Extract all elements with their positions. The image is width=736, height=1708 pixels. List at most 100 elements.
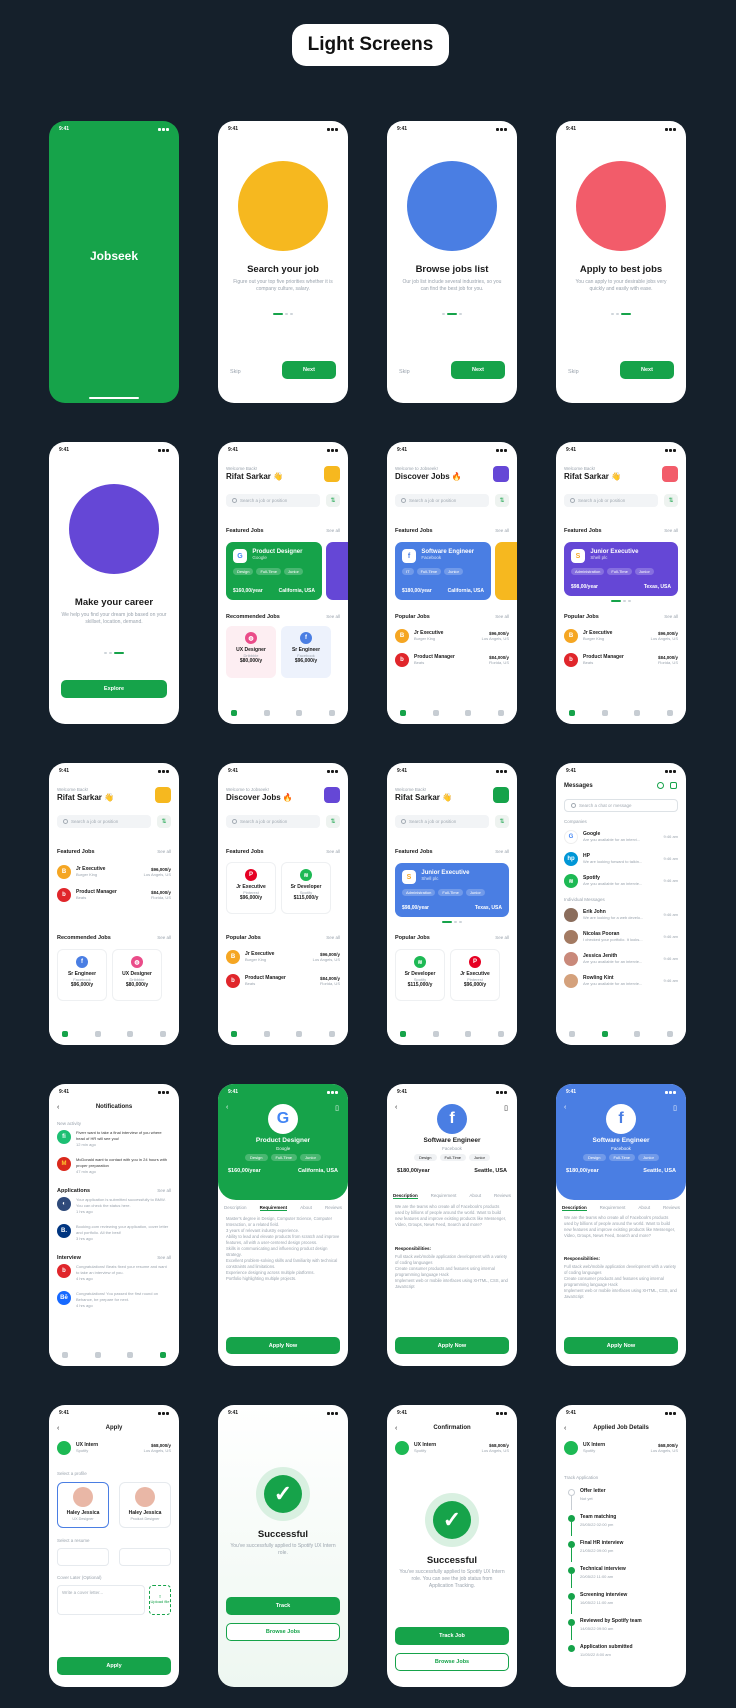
search-input[interactable]: Search a job or position (395, 815, 489, 828)
filter-icon[interactable]: ⇅ (157, 815, 171, 828)
recommended-card[interactable]: f Sr Engineer Facebook $96,000/y (281, 626, 331, 678)
avatar[interactable] (493, 787, 509, 803)
back-icon[interactable]: ‹ (395, 1104, 397, 1111)
saved-tab-icon[interactable] (634, 710, 641, 716)
home-tab-icon[interactable] (231, 1031, 238, 1037)
upload-file-button[interactable]: ⇪ Upload file (149, 1585, 171, 1615)
back-icon[interactable]: ‹ (564, 1104, 566, 1111)
see-all-link[interactable]: See all (157, 1188, 171, 1194)
bookmark-icon[interactable]: ▯ (504, 1104, 508, 1112)
apply-button[interactable]: Apply (57, 1657, 171, 1675)
menu-tab-icon[interactable] (497, 1031, 504, 1037)
see-all-link[interactable]: See all (326, 528, 340, 534)
tab-reviews[interactable]: Reviews (325, 1205, 342, 1211)
skip-button[interactable]: Skip (399, 369, 410, 375)
list-item[interactable]: B Jr Executive Burger King $96,000/y Los Ang… (57, 862, 171, 882)
messages-tab-icon[interactable] (601, 710, 608, 716)
list-item[interactable]: B Jr Executive Burger King $96,000/y Los Ang… (395, 626, 509, 646)
search-icon[interactable] (657, 782, 664, 789)
bookmark-icon[interactable]: ▯ (335, 1104, 339, 1112)
filter-icon[interactable]: ⇅ (326, 494, 340, 507)
avatar[interactable] (662, 466, 678, 482)
saved-tab-icon[interactable] (634, 1031, 641, 1037)
featured-job-card-peek[interactable] (495, 542, 517, 600)
tab-description[interactable]: Description (393, 1193, 418, 1199)
apply-now-button[interactable]: Apply Now (226, 1337, 340, 1354)
see-all-link[interactable]: See all (495, 849, 509, 855)
menu-tab-icon[interactable] (159, 1352, 166, 1358)
notification-item[interactable]: Bē Congratulations! You passed the first … (57, 1291, 171, 1315)
popular-mini-card[interactable]: ≋ Sr Developer Spotify $115,000/y (395, 949, 445, 1001)
notification-item[interactable]: fi Fiverr want to take a final interview … (57, 1130, 171, 1154)
see-all-link[interactable]: See all (326, 614, 340, 620)
menu-tab-icon[interactable] (666, 1031, 673, 1037)
list-item[interactable]: B Jr Executive Burger King $96,000/y Los Ang… (226, 947, 340, 967)
featured-job-card[interactable]: S Junior Executive Shell plc Administrati… (395, 863, 509, 917)
see-all-link[interactable]: See all (326, 935, 340, 941)
bookmark-icon[interactable]: ▯ (673, 1104, 677, 1112)
messages-tab-icon[interactable] (601, 1031, 608, 1037)
home-tab-icon[interactable] (569, 1031, 576, 1037)
chat-item[interactable]: Nicolas Pooran I checked your portfolio. … (564, 927, 678, 947)
search-input[interactable]: Search a job or position (226, 494, 320, 507)
tab-reviews[interactable]: Reviews (494, 1193, 511, 1199)
recommended-card[interactable]: f Sr Engineer Facebook $96,000/y (57, 949, 107, 1001)
menu-tab-icon[interactable] (666, 710, 673, 716)
recommended-card[interactable]: ◍ UX Designer Dribbble $80,000/y (112, 949, 162, 1001)
featured-job-card-peek[interactable] (326, 542, 348, 600)
search-input[interactable]: Search a job or position (57, 815, 151, 828)
home-tab-icon[interactable] (62, 1352, 69, 1358)
notification-item[interactable]: B. Booking.com reviewing your application… (57, 1224, 171, 1248)
chat-item[interactable]: hp HP We are looking forward to talkin... 9… (564, 849, 678, 869)
home-tab-icon[interactable] (400, 710, 407, 716)
saved-tab-icon[interactable] (296, 710, 303, 716)
featured-job-card[interactable]: S Junior Executive Shell plc Administrati… (564, 542, 678, 596)
tab-about[interactable]: About (300, 1205, 312, 1211)
tab-requirement[interactable]: Requirement (431, 1193, 457, 1199)
profile-option[interactable]: Haley Jessica Product Designer (119, 1482, 171, 1528)
apply-now-button[interactable]: Apply Now (395, 1337, 509, 1354)
home-tab-icon[interactable] (231, 710, 238, 716)
resume-option[interactable] (57, 1548, 109, 1566)
saved-tab-icon[interactable] (296, 1031, 303, 1037)
see-all-link[interactable]: See all (664, 528, 678, 534)
search-input[interactable]: Search a job or position (395, 494, 489, 507)
menu-tab-icon[interactable] (328, 1031, 335, 1037)
tab-requirement[interactable]: Requirement (259, 1205, 288, 1211)
explore-button[interactable]: Explore (61, 680, 167, 698)
message-search-input[interactable]: Search a chat or message (564, 799, 678, 812)
tab-reviews[interactable]: Reviews (663, 1205, 680, 1211)
compose-icon[interactable] (670, 782, 677, 789)
skip-button[interactable]: Skip (568, 369, 579, 375)
see-all-link[interactable]: See all (157, 1255, 171, 1261)
chat-item[interactable]: Jessica Jenith Are you available for an i… (564, 949, 678, 969)
menu-tab-icon[interactable] (328, 710, 335, 716)
list-item[interactable]: b Product Manager Beats $84,000/y Florida, U… (226, 971, 340, 991)
messages-tab-icon[interactable] (432, 710, 439, 716)
messages-tab-icon[interactable] (432, 1031, 439, 1037)
menu-tab-icon[interactable] (497, 710, 504, 716)
saved-tab-icon[interactable] (465, 1031, 472, 1037)
see-all-link[interactable]: See all (326, 849, 340, 855)
chat-item[interactable]: ≋ Spotify Are you available for an intervi… (564, 871, 678, 891)
tab-about[interactable]: About (469, 1193, 481, 1199)
filter-icon[interactable]: ⇅ (495, 494, 509, 507)
back-icon[interactable]: ‹ (226, 1104, 228, 1111)
recommended-card[interactable]: ◍ UX Designer Dribbble $80,000/y (226, 626, 276, 678)
filter-icon[interactable]: ⇅ (495, 815, 509, 828)
saved-tab-icon[interactable] (465, 710, 472, 716)
filter-icon[interactable]: ⇅ (326, 815, 340, 828)
filter-icon[interactable]: ⇅ (664, 494, 678, 507)
messages-tab-icon[interactable] (94, 1031, 101, 1037)
messages-tab-icon[interactable] (263, 710, 270, 716)
notification-item[interactable]: b Congratulations! Beats fixed your resum… (57, 1264, 171, 1288)
see-all-link[interactable]: See all (157, 849, 171, 855)
avatar[interactable] (493, 466, 509, 482)
saved-tab-icon[interactable] (127, 1352, 134, 1358)
tab-requirement[interactable]: Requirement (600, 1205, 626, 1211)
see-all-link[interactable]: See all (157, 935, 171, 941)
avatar[interactable] (324, 787, 340, 803)
tab-about[interactable]: About (638, 1205, 650, 1211)
featured-job-card[interactable]: G Product Designer Google Design Full-Time… (226, 542, 322, 600)
home-tab-icon[interactable] (62, 1031, 69, 1037)
